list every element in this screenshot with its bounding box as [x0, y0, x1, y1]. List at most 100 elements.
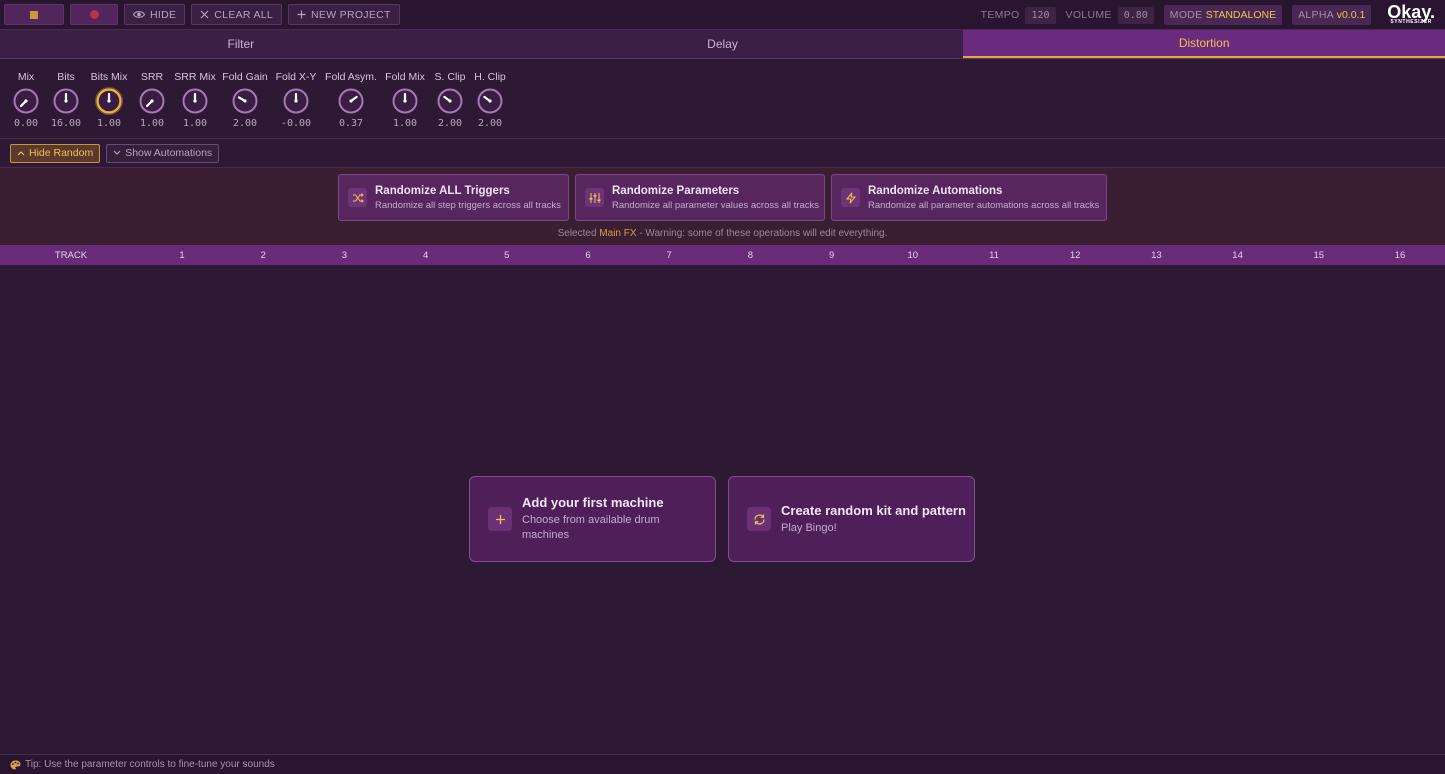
step-number: 5	[504, 250, 510, 261]
tempo-value[interactable]: 120	[1025, 6, 1056, 24]
step-number: 16	[1394, 250, 1406, 261]
knob-dial[interactable]	[95, 87, 123, 115]
version-chip: ALPHA v0.0.1	[1292, 5, 1372, 25]
mode-value: STANDALONE	[1205, 9, 1277, 21]
randomize-automations-title: Randomize Automations	[868, 184, 1003, 197]
show-automations-button[interactable]: Show Automations	[106, 143, 220, 163]
add-machine-title: Add your first machine	[522, 495, 664, 510]
knob-dial[interactable]	[52, 87, 80, 115]
status-area: TEMPO 120 VOLUME 0.80 MODE STANDALONE AL…	[981, 0, 1435, 30]
clear-all-button[interactable]: CLEAR ALL	[191, 4, 283, 25]
step-number: 8	[747, 250, 754, 261]
randomize-panel: Randomize ALL Triggers Randomize all ste…	[0, 168, 1445, 245]
knob-label: Fold X-Y	[275, 71, 317, 83]
hide-button[interactable]: HIDE	[124, 4, 186, 25]
logo-subtext: SYNTHESIZER	[1390, 19, 1432, 25]
randomize-automations-desc: Randomize all parameter automations acro…	[868, 199, 1100, 211]
step-number: 9	[828, 250, 835, 261]
volume-value[interactable]: 0.80	[1117, 6, 1154, 24]
randomize-parameters-card[interactable]: Randomize Parameters Randomize all param…	[575, 174, 825, 221]
status-footer: Tip: Use the parameter controls to fine-…	[0, 754, 1445, 774]
randomize-triggers-card[interactable]: Randomize ALL Triggers Randomize all ste…	[338, 174, 569, 221]
footer-tip: Tip: Use the parameter controls to fine-…	[25, 759, 275, 770]
knob-label: SRR	[140, 71, 164, 83]
plus-icon	[488, 507, 512, 531]
step-number: 15	[1313, 250, 1325, 261]
new-project-label: NEW PROJECT	[311, 8, 391, 21]
hide-random-button[interactable]: Hide Random	[10, 143, 101, 163]
knob-dial[interactable]	[181, 87, 209, 115]
knob-label: H. Clip	[474, 71, 506, 83]
knob-label: SRR Mix	[174, 71, 216, 83]
randomize-triggers-desc: Randomize all step triggers across all t…	[375, 199, 561, 211]
knob-label: Fold Asym.	[325, 71, 377, 83]
random-kit-title: Create random kit and pattern	[781, 502, 966, 518]
step-number: 4	[422, 250, 429, 261]
knob-label: Fold Gain	[222, 71, 268, 83]
step-number: 14	[1232, 250, 1243, 261]
knob-h-clip[interactable]: H. Clip 2.00	[460, 71, 520, 129]
knob-dial[interactable]	[476, 87, 504, 115]
hide-random-label: Hide Random	[29, 147, 94, 159]
tempo-label: TEMPO	[980, 9, 1020, 21]
tab-filter[interactable]: Filter	[0, 30, 482, 58]
record-button[interactable]	[70, 4, 118, 25]
knob-value: 2.00	[437, 118, 463, 129]
knob-fold-asym[interactable]: Fold Asym. 0.37	[321, 71, 381, 129]
knob-panel: Mix 0.00 Bits 16.00 Bits Mix 1.00 SRR 1.00 SRR M…	[0, 59, 1445, 139]
hide-label: HIDE	[150, 8, 177, 21]
clear-all-label: CLEAR ALL	[214, 8, 274, 21]
sliders-icon	[585, 188, 604, 207]
mode-label: MODE	[1169, 9, 1203, 21]
tab-distortion[interactable]: Distortion	[963, 30, 1445, 58]
knob-dial[interactable]	[337, 87, 365, 115]
step-number: 3	[341, 250, 348, 261]
knob-dial[interactable]	[231, 87, 259, 115]
knob-fold-x-y[interactable]: Fold X-Y -0.00	[266, 71, 326, 129]
volume-label: VOLUME	[1065, 9, 1112, 21]
eye-icon	[133, 11, 145, 18]
knob-value: 1.00	[392, 118, 418, 129]
step-number: 10	[907, 250, 919, 261]
record-icon	[89, 10, 99, 19]
new-project-button[interactable]: NEW PROJECT	[288, 4, 400, 25]
knob-value: 0.37	[338, 118, 364, 129]
top-toolbar: HIDE CLEAR ALL NEW PROJECT TEMPO 120 VOL…	[0, 0, 1445, 30]
randomize-parameters-desc: Randomize all parameter values across al…	[612, 199, 819, 211]
step-number: 6	[585, 250, 591, 261]
track-column-label: TRACK	[54, 250, 88, 261]
knob-value: 2.00	[477, 118, 503, 129]
app-logo: Okay. SYNTHESIZER	[1387, 3, 1435, 25]
knob-value: 1.00	[96, 118, 122, 129]
warning-target: Main FX	[599, 228, 637, 239]
bolt-icon	[841, 188, 860, 207]
stop-button[interactable]	[4, 4, 64, 25]
mode-chip[interactable]: MODE STANDALONE	[1163, 5, 1283, 25]
chevron-down-icon	[113, 150, 121, 155]
track-header: TRACK 1 2 3 4 5 6 7 8 9 10 11 12 13 14 15 16	[0, 245, 1445, 265]
step-number: 2	[260, 250, 266, 261]
knob-dial[interactable]	[282, 87, 310, 115]
stop-icon	[30, 10, 38, 19]
randomize-automations-card[interactable]: Randomize Automations Randomize all para…	[831, 174, 1107, 221]
effect-tabs: Filter Delay Distortion	[0, 30, 1445, 59]
knob-label: Fold Mix	[385, 71, 425, 83]
knob-dial[interactable]	[391, 87, 419, 115]
shuffle-icon	[348, 188, 367, 207]
tab-delay[interactable]: Delay	[482, 30, 964, 58]
refresh-icon	[747, 507, 771, 531]
knob-dial[interactable]	[138, 87, 166, 115]
palette-icon	[10, 760, 21, 769]
knob-label: Mix	[17, 71, 35, 83]
knob-value: -0.00	[280, 118, 312, 129]
step-number: 11	[989, 250, 999, 261]
warning-prefix: Selected	[557, 228, 597, 239]
step-number: 12	[1069, 250, 1081, 261]
knob-value: 1.00	[139, 118, 165, 129]
random-kit-card[interactable]: Create random kit and pattern Play Bingo…	[728, 476, 975, 562]
add-machine-card[interactable]: Add your first machine Choose from avail…	[469, 476, 716, 562]
knob-value: 16.00	[50, 118, 82, 129]
knob-value: 2.00	[232, 118, 258, 129]
close-icon	[200, 10, 209, 19]
step-number: 13	[1151, 250, 1162, 261]
